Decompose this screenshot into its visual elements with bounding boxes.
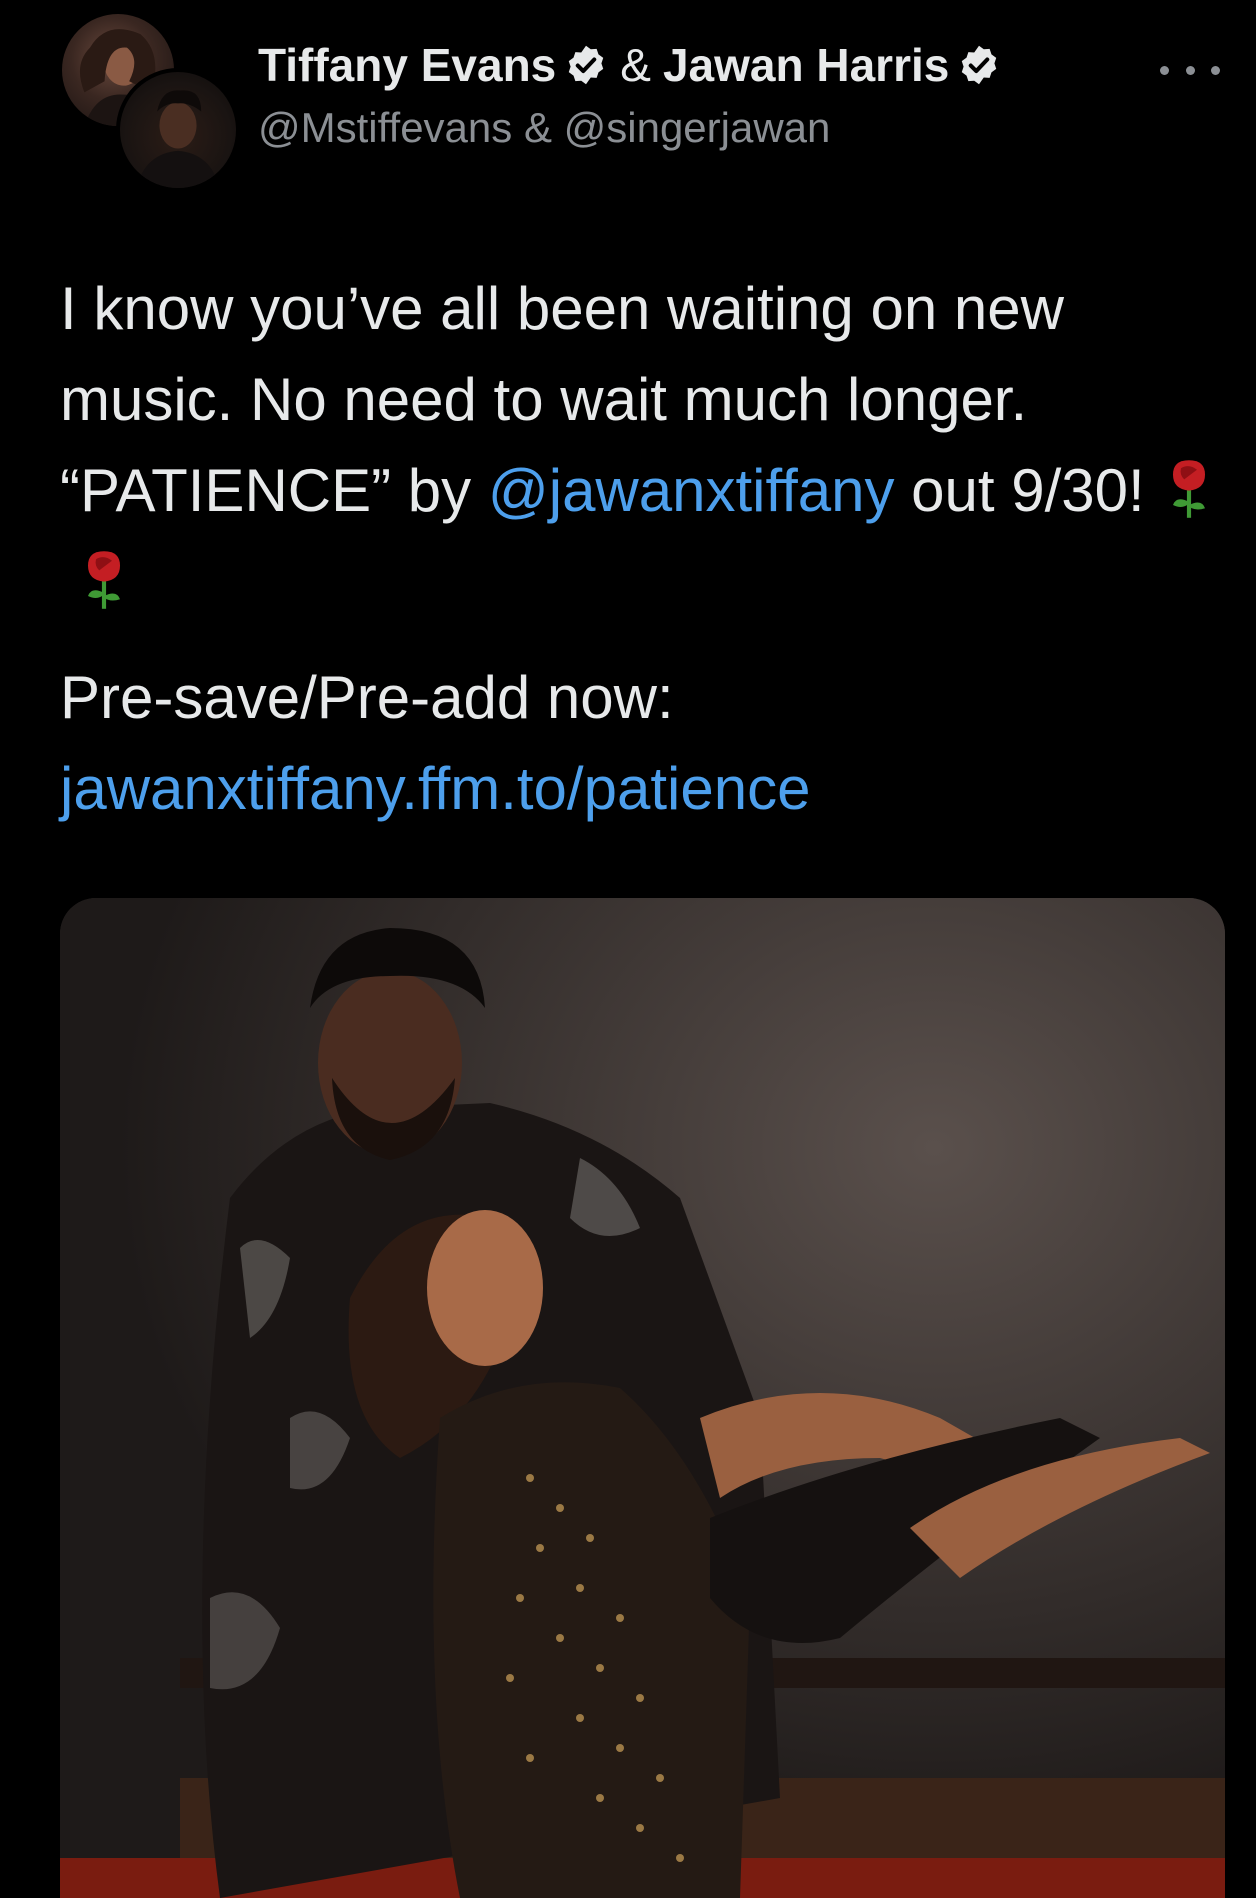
author-name-1[interactable]: Tiffany Evans [258,38,556,92]
photo-image [60,898,1225,1898]
tweet-text: I know you’ve all been waiting on new mu… [60,263,1230,627]
author-name-2[interactable]: Jawan Harris [663,38,949,92]
rose-emoji [88,551,120,609]
verified-badge-icon [962,45,997,85]
dot [1211,65,1220,75]
author-handles[interactable]: @Mstiffevans & @singerjawan [258,104,830,152]
names-joiner: & [620,39,651,91]
presave-link[interactable]: jawanxtiffany.ffm.to/patience [60,743,1230,834]
author-names[interactable]: Tiffany Evans & Jawan Harris [258,38,1001,92]
dot [1160,65,1169,75]
presave-label: Pre-save/Pre-add now: [60,664,674,731]
presave-block: Pre-save/Pre-add now: jawanxtiffany.ffm.… [60,652,1230,834]
avatar-image [136,90,220,188]
tweet-text-tail: out 9/30! [894,457,1145,524]
rose-emoji [1172,460,1205,518]
tweet: Tiffany Evans & Jawan Harris @Mstiffevan… [0,0,1256,1898]
avatar-jawan-harris[interactable] [116,68,240,192]
verified-badge-icon [569,45,604,85]
avatar-group[interactable] [58,10,240,192]
more-dots-icon[interactable] [1160,50,1220,90]
dot [1185,65,1195,75]
mention-link[interactable]: @jawanxtiffany [488,457,895,524]
tweet-media-photo[interactable] [60,898,1225,1898]
